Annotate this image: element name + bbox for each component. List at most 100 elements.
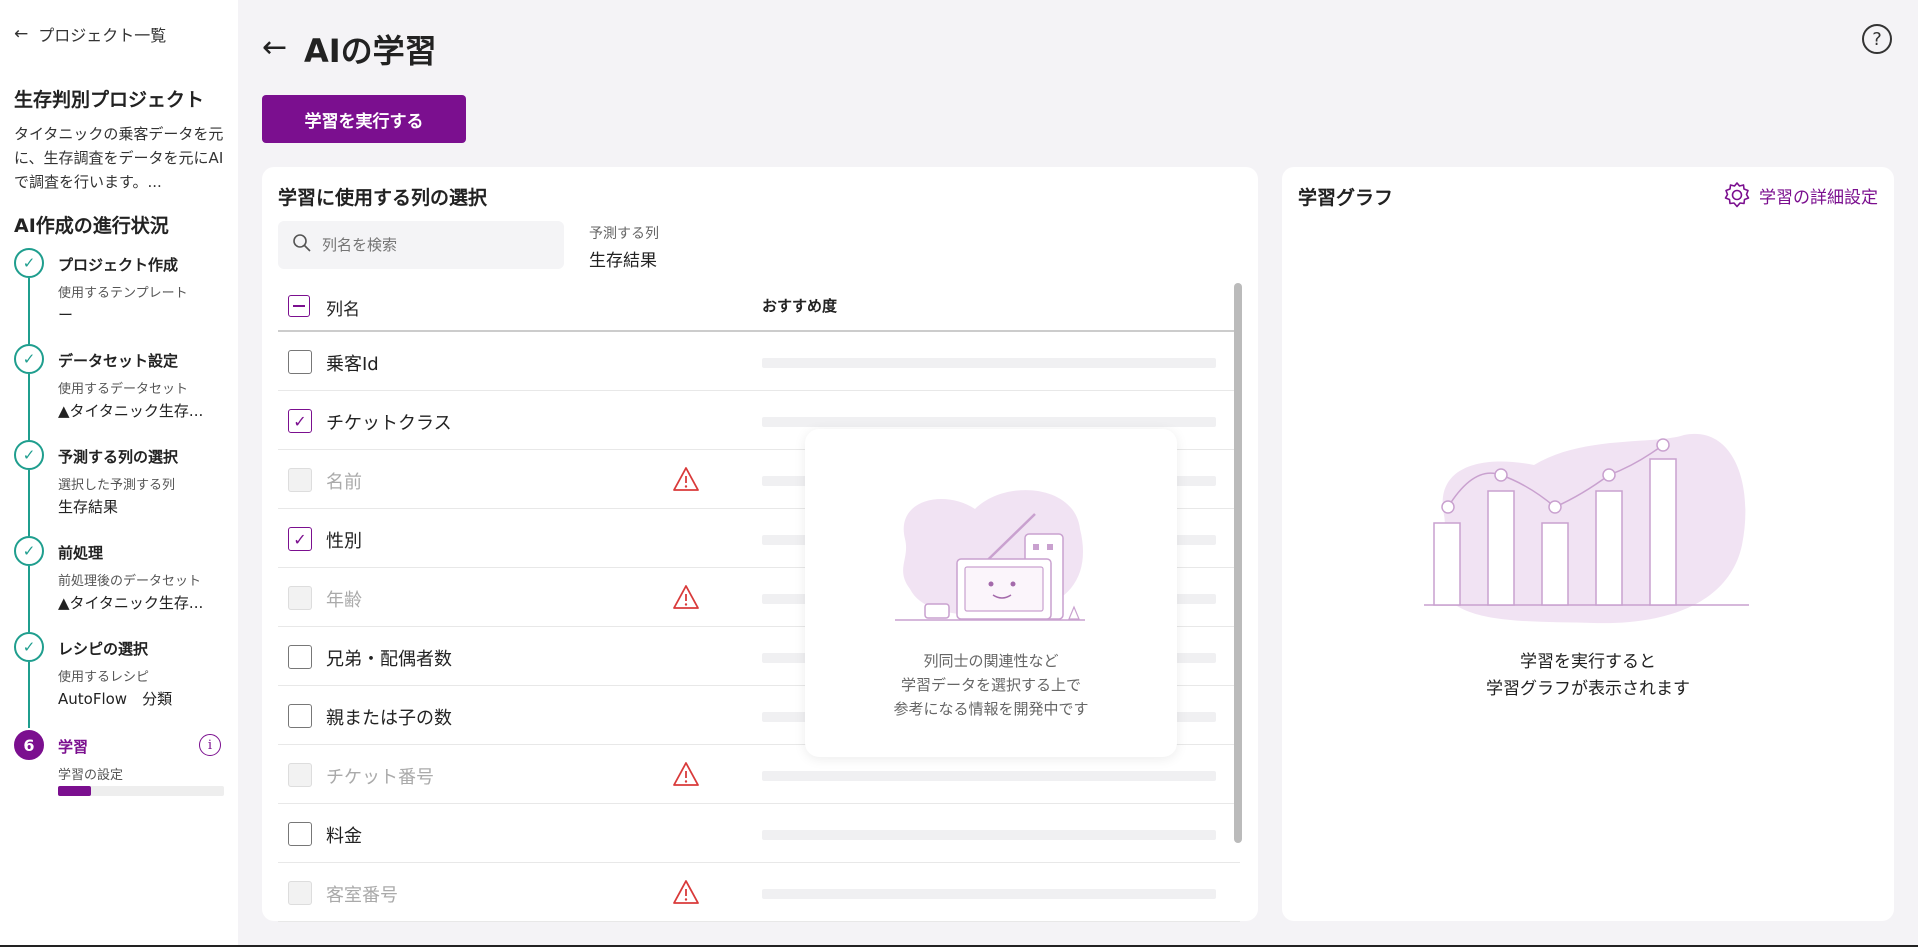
row-column-name: 兄弟・配偶者数: [326, 649, 452, 670]
progress-title: AI作成の進行状況: [14, 215, 169, 237]
message-line: 列同士の関連性など: [923, 652, 1059, 670]
back-link-label: プロジェクト一覧: [38, 26, 167, 45]
info-icon[interactable]: i: [199, 734, 221, 756]
training-graph-title: 学習グラフ: [1298, 187, 1394, 209]
message-line: 学習データを選択する上で: [900, 676, 1081, 694]
message-line: 学習を実行すると: [1520, 652, 1656, 672]
row-checkbox[interactable]: ✓: [288, 527, 312, 551]
check-icon: ✓: [14, 248, 44, 278]
step-title: データセット設定: [58, 352, 179, 370]
step-connector: [28, 278, 30, 344]
warning-icon[interactable]: [672, 584, 700, 610]
under-development-message: 列同士の関連性など 学習データを選択する上で 参考になる情報を開発中です: [805, 649, 1177, 721]
training-graph-card: 学習グラフ 学習の詳細設定 学習を実行すると 学習グラフが表示されます: [1282, 167, 1894, 921]
column-search-input[interactable]: [322, 236, 552, 254]
table-scrollbar[interactable]: [1234, 283, 1242, 843]
step-number-badge: 6: [14, 730, 44, 760]
row-column-name: チケットクラス: [326, 413, 452, 434]
graph-empty-message: 学習を実行すると 学習グラフが表示されます: [1282, 649, 1894, 703]
check-icon: ✓: [14, 632, 44, 662]
message-line: 参考になる情報を開発中です: [893, 700, 1089, 718]
step-subtitle: 使用するレシピ: [58, 670, 150, 685]
row-checkbox[interactable]: [288, 645, 312, 669]
row-column-name: 親または子の数: [326, 708, 452, 729]
back-to-projects-link[interactable]: ← プロジェクト一覧: [14, 24, 224, 45]
select-all-checkbox[interactable]: [288, 295, 310, 317]
recommendation-bar: [762, 830, 1216, 840]
step-subtitle: 学習の設定: [58, 768, 124, 783]
run-training-button[interactable]: 学習を実行する: [262, 95, 466, 143]
minus-icon: [293, 305, 305, 307]
development-illustration: [895, 490, 1085, 621]
table-row: 客室番号: [278, 863, 1240, 922]
column-name-header: 列名: [326, 300, 360, 320]
step-value: ▲タイタニック生存...: [58, 594, 204, 612]
check-icon: ✓: [14, 536, 44, 566]
recommendation-bar: [762, 358, 1216, 368]
step-value: ー: [58, 306, 74, 324]
project-description: タイタニックの乗客データを元に、生存調査をデータを元にAIで調査を行います。..…: [14, 125, 224, 191]
message-line: 学習グラフが表示されます: [1486, 679, 1690, 699]
row-checkbox: [288, 468, 312, 492]
row-column-name: 料金: [326, 826, 362, 847]
table-header: 列名 おすすめ度: [278, 280, 1240, 332]
row-column-name: 客室番号: [326, 885, 398, 906]
row-checkbox: [288, 881, 312, 905]
row-checkbox: [288, 586, 312, 610]
row-column-name: 年齢: [326, 590, 362, 611]
step-value: 生存結果: [58, 498, 119, 516]
step-subtitle: 使用するテンプレート: [58, 286, 188, 301]
row-column-name: 性別: [326, 531, 362, 552]
advanced-settings-label: 学習の詳細設定: [1759, 187, 1878, 208]
warning-icon[interactable]: [672, 879, 700, 905]
step-connector: [28, 566, 30, 632]
step-value: ▲タイタニック生存...: [58, 402, 204, 420]
step-title: プロジェクト作成: [58, 256, 179, 274]
step-subtitle: 前処理後のデータセット: [58, 574, 202, 589]
step-connector: [28, 662, 30, 728]
step-title: 学習: [58, 738, 89, 756]
step-title: レシピの選択: [58, 640, 149, 658]
step-title: 前処理: [58, 544, 104, 562]
gear-icon: [1724, 182, 1750, 208]
advanced-settings-link[interactable]: 学習の詳細設定: [1723, 181, 1878, 209]
column-selection-title: 学習に使用する列の選択: [278, 187, 488, 209]
row-checkbox[interactable]: [288, 350, 312, 374]
recommendation-header: おすすめ度: [762, 297, 838, 315]
step-subtitle: 使用するデータセット: [58, 382, 189, 397]
empty-graph-illustration: [1424, 433, 1749, 624]
warning-icon[interactable]: [672, 761, 700, 787]
step-connector: [28, 470, 30, 536]
column-search[interactable]: [278, 221, 564, 269]
step-connector: [28, 374, 30, 440]
row-column-name: チケット番号: [326, 767, 434, 788]
check-icon: ✓: [14, 440, 44, 470]
training-progress-fill: [58, 786, 92, 796]
recommendation-bar: [762, 771, 1216, 781]
table-row[interactable]: 乗客Id: [278, 332, 1240, 391]
under-development-panel: 列同士の関連性など 学習データを選択する上で 参考になる情報を開発中です: [805, 429, 1177, 757]
column-selection-card: 学習に使用する列の選択 予測する列 生存結果 列名 おすすめ度 乗客Id ✓ チケッ…: [262, 167, 1258, 922]
row-column-name: 乗客Id: [326, 354, 379, 375]
search-icon: [292, 233, 312, 258]
row-checkbox[interactable]: [288, 822, 312, 846]
table-row[interactable]: 料金: [278, 804, 1240, 863]
back-arrow-icon[interactable]: ←: [262, 30, 287, 65]
step-title: 予測する列の選択: [58, 448, 179, 466]
check-icon: ✓: [14, 344, 44, 374]
project-title: 生存判別プロジェクト: [14, 89, 205, 111]
help-icon[interactable]: ?: [1862, 24, 1892, 54]
warning-icon[interactable]: [672, 466, 700, 492]
page-title: AIの学習: [304, 32, 437, 70]
recommendation-bar: [762, 889, 1216, 899]
target-column-label: 予測する列: [589, 226, 659, 242]
row-column-name: 名前: [326, 472, 362, 493]
row-checkbox[interactable]: ✓: [288, 409, 312, 433]
row-checkbox[interactable]: [288, 704, 312, 728]
step-subtitle: 選択した予測する列: [58, 478, 176, 493]
arrow-left-icon: ←: [14, 24, 29, 44]
target-column-value: 生存結果: [589, 251, 657, 271]
row-checkbox: [288, 763, 312, 787]
training-progress-bar: [58, 786, 224, 796]
step-value: AutoFlow 分類: [58, 690, 173, 708]
